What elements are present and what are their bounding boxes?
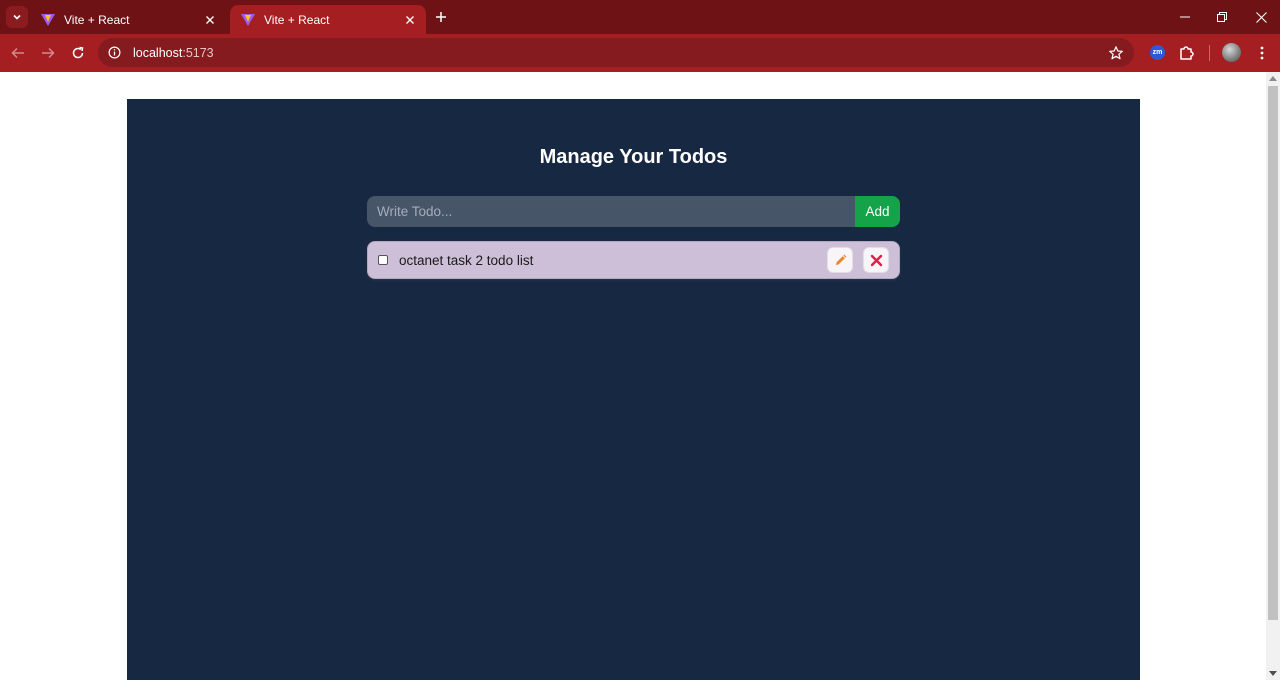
back-button[interactable] bbox=[7, 42, 29, 64]
todo-form: Add bbox=[367, 196, 900, 227]
browser-menu-button[interactable] bbox=[1254, 43, 1270, 63]
minimize-button[interactable] bbox=[1166, 0, 1204, 34]
todo-checkbox[interactable] bbox=[378, 255, 388, 265]
new-tab-button[interactable] bbox=[431, 7, 451, 27]
bookmark-star-icon[interactable] bbox=[1108, 45, 1124, 61]
address-bar[interactable]: localhost:5173 bbox=[98, 38, 1134, 67]
arrow-left-icon bbox=[11, 47, 24, 59]
close-tab-icon[interactable] bbox=[402, 12, 418, 28]
close-window-button[interactable] bbox=[1242, 0, 1280, 34]
todo-item: octanet task 2 todo list bbox=[367, 241, 900, 279]
minimize-icon bbox=[1180, 16, 1190, 18]
tab-vite-react-2[interactable]: Vite + React bbox=[230, 5, 426, 34]
pencil-icon bbox=[835, 254, 846, 265]
tab-vite-react-1[interactable]: Vite + React bbox=[30, 5, 226, 34]
toolbar-divider bbox=[1209, 45, 1210, 61]
add-button[interactable]: Add bbox=[855, 196, 900, 227]
todo-input[interactable] bbox=[367, 196, 855, 227]
browser-toolbar: localhost:5173 zm bbox=[0, 34, 1280, 72]
reload-icon bbox=[72, 46, 84, 59]
delete-todo-button[interactable] bbox=[863, 247, 889, 273]
page-title: Manage Your Todos bbox=[539, 146, 728, 168]
tab-strip: Vite + React Vite + React bbox=[0, 0, 1280, 34]
extensions-puzzle-icon[interactable] bbox=[1178, 43, 1196, 61]
tab-title: Vite + React bbox=[64, 12, 130, 27]
scroll-up-arrow-icon[interactable] bbox=[1269, 76, 1277, 81]
zoom-extension-icon[interactable]: zm bbox=[1150, 45, 1165, 60]
edit-todo-button[interactable] bbox=[827, 247, 853, 273]
page-viewport: Manage Your Todos Add octanet task 2 tod… bbox=[0, 72, 1266, 680]
tab-title: Vite + React bbox=[264, 12, 330, 27]
url-host: localhost bbox=[133, 45, 183, 60]
site-info-icon[interactable] bbox=[108, 46, 121, 59]
plus-icon bbox=[436, 12, 446, 22]
restore-icon bbox=[1217, 12, 1227, 22]
arrow-right-icon bbox=[42, 47, 55, 59]
close-icon bbox=[1255, 11, 1267, 23]
forward-button[interactable] bbox=[37, 42, 59, 64]
tab-search-button[interactable] bbox=[6, 6, 28, 28]
vite-logo-icon bbox=[41, 13, 55, 26]
scrollbar-thumb[interactable] bbox=[1268, 86, 1278, 620]
profile-avatar[interactable] bbox=[1222, 43, 1241, 62]
more-vertical-icon bbox=[1260, 46, 1264, 60]
page-scrollbar[interactable] bbox=[1266, 72, 1280, 680]
vite-logo-icon bbox=[241, 13, 255, 26]
url-port: :5173 bbox=[182, 45, 214, 60]
todo-text: octanet task 2 todo list bbox=[399, 252, 534, 268]
reload-button[interactable] bbox=[67, 42, 89, 64]
close-tab-icon[interactable] bbox=[202, 12, 218, 28]
scroll-down-arrow-icon[interactable] bbox=[1269, 671, 1277, 676]
todo-app-panel: Manage Your Todos Add octanet task 2 tod… bbox=[127, 99, 1140, 680]
close-x-icon bbox=[870, 254, 882, 266]
chevron-down-icon bbox=[13, 14, 21, 20]
restore-button[interactable] bbox=[1203, 0, 1241, 34]
url-text: localhost:5173 bbox=[133, 46, 214, 60]
